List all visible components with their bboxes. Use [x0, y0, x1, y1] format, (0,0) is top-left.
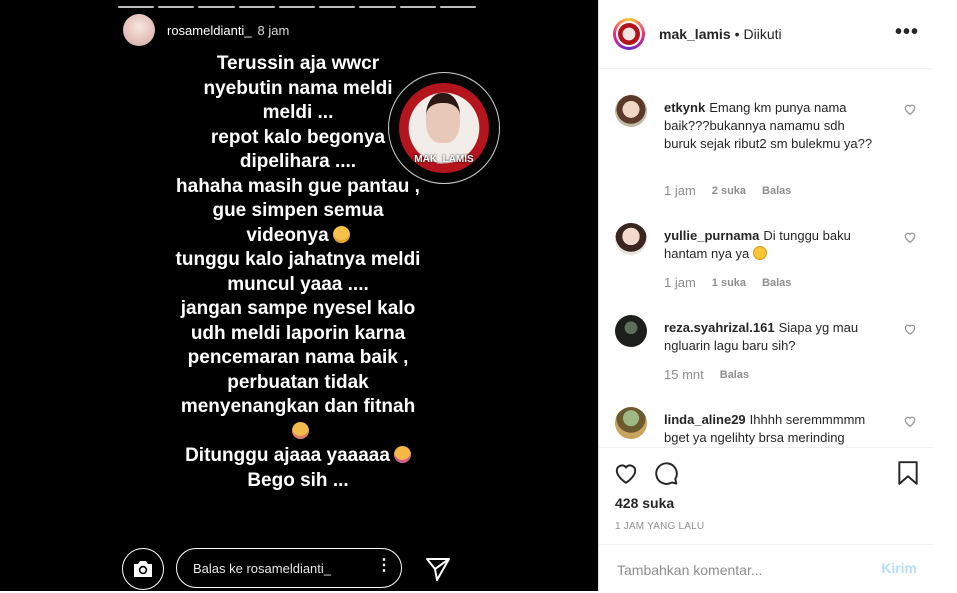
post-comment-button[interactable]: Kirim — [881, 560, 917, 576]
heart-icon[interactable] — [903, 322, 917, 336]
progress-segment — [278, 6, 316, 8]
smiling-face-emoji-icon — [752, 246, 767, 260]
comment-username[interactable]: etkynk — [664, 100, 705, 115]
post-avatar[interactable] — [613, 18, 645, 50]
story-time: 8 jam — [257, 22, 290, 38]
story-line: gue simpen semua — [212, 200, 384, 221]
story-line-with-emoji: Ditunggu ajaaa yaaaaa — [110, 444, 486, 469]
comment-time[interactable]: 15 mnt — [664, 367, 704, 382]
progress-segment — [399, 6, 436, 8]
story-user-header: rosameldianti_ 8 jam — [123, 14, 289, 46]
comment-icon[interactable] — [653, 460, 679, 486]
post-timestamp[interactable]: 1 JAM YANG LALU — [615, 521, 704, 532]
story-line: udh meldi laporin karna — [190, 322, 406, 344]
add-comment-input[interactable] — [615, 559, 869, 581]
progress-segment — [158, 6, 195, 8]
story-line: Ditunggu ajaaa yaaaaa — [185, 445, 390, 466]
comment-meta: 1 jam 1 suka Balas — [664, 275, 791, 290]
story-avatar[interactable] — [123, 14, 155, 46]
comment-likes[interactable]: 1 suka — [712, 277, 746, 289]
story-line: menyenangkan dan fitnah — [180, 396, 416, 417]
sticker-label: MAK_LAMIS — [414, 154, 474, 165]
bookmark-icon[interactable] — [895, 460, 921, 486]
story-line: tunggu kalo jahatnya meldi — [175, 249, 421, 270]
progress-segment — [319, 6, 356, 8]
likes-count[interactable]: 428 suka — [615, 495, 674, 511]
comment-meta: 1 jam 2 suka Balas — [664, 183, 791, 198]
relieved-face-emoji-icon — [291, 421, 309, 439]
post-avatar-frame — [616, 21, 642, 47]
post-actions: 428 suka 1 JAM YANG LALU Kirim — [599, 447, 933, 592]
reply-options-icon[interactable]: ⋮ — [376, 557, 392, 575]
story-line: jangan sampe nyesel kalo — [180, 298, 416, 319]
comment-username[interactable]: reza.syahrizal.161 — [664, 320, 775, 335]
comment-reply-button[interactable]: Balas — [762, 277, 791, 289]
story-reply-input[interactable] — [176, 548, 402, 588]
post-header-separator: • — [734, 26, 740, 42]
progress-segment — [198, 6, 235, 8]
comment-avatar[interactable] — [615, 407, 647, 439]
comment-time[interactable]: 1 jam — [664, 275, 696, 290]
sticker-face-icon — [426, 93, 460, 143]
follow-status[interactable]: Diikuti — [744, 26, 782, 42]
post-header: mak_lamis • Diikuti ••• — [599, 0, 933, 69]
story-line-emoji-only — [110, 420, 486, 445]
progress-segment — [359, 6, 396, 8]
comments-list[interactable]: etkynk Emang km punya nama baik???bukanny… — [599, 69, 933, 447]
comment-meta: 15 mnt Balas — [664, 367, 749, 382]
comment-avatar[interactable] — [615, 223, 647, 255]
camera-icon — [134, 561, 152, 577]
send-icon[interactable] — [424, 555, 452, 583]
progress-segment — [238, 6, 275, 8]
comment-body: yullie_purnama Di tunggu baku hantam nya … — [664, 227, 876, 263]
post-panel: mak_lamis • Diikuti ••• etkynk Emang km p… — [598, 0, 933, 591]
comment-body: linda_aline29 Ihhhh seremmmmm bget ya nge… — [664, 411, 876, 447]
story-line-with-emoji: videonya — [110, 224, 486, 249]
comment-time[interactable]: 1 jam — [664, 183, 696, 198]
heart-icon[interactable] — [613, 460, 639, 486]
add-comment-bar: Kirim — [599, 544, 933, 593]
more-options-icon[interactable]: ••• — [895, 22, 919, 42]
heart-icon[interactable] — [903, 102, 917, 116]
progress-segment — [439, 6, 476, 8]
comment-likes[interactable]: 2 suka — [712, 185, 746, 197]
story-line: perbuatan tidak — [227, 371, 369, 393]
mak-lamis-sticker: MAK_LAMIS — [388, 72, 500, 184]
comment-body: reza.syahrizal.161 Siapa yg mau ngluarin … — [664, 319, 876, 355]
comment-avatar[interactable] — [615, 315, 647, 347]
page-margin — [933, 0, 957, 591]
camera-button[interactable] — [122, 548, 164, 590]
story-line: videonya — [246, 224, 329, 246]
story-line: muncul yaaa .... — [227, 273, 369, 295]
heart-icon[interactable] — [903, 414, 917, 428]
story-progress-bar — [118, 6, 476, 8]
comment-username[interactable]: yullie_purnama — [664, 228, 759, 243]
story-line: pencemaran nama baik , — [187, 347, 409, 368]
heart-icon[interactable] — [903, 230, 917, 244]
comment-username[interactable]: linda_aline29 — [664, 412, 746, 427]
story-viewer: rosameldianti_ 8 jam Terussin aja wwcr n… — [0, 0, 598, 591]
upside-down-face-emoji-icon — [332, 225, 350, 243]
post-avatar-image — [618, 23, 640, 45]
face-with-tongue-emoji-icon — [393, 446, 411, 463]
post-username[interactable]: mak_lamis — [659, 26, 731, 42]
progress-segment — [118, 6, 155, 8]
comment-reply-button[interactable]: Balas — [762, 185, 791, 197]
story-line: Bego sih ... — [247, 469, 349, 491]
story-username[interactable]: rosameldianti_ — [167, 23, 252, 38]
comment-avatar[interactable] — [615, 95, 647, 127]
comment-reply-button[interactable]: Balas — [720, 369, 749, 381]
comment-body: etkynk Emang km punya nama baik???bukanny… — [664, 99, 876, 153]
